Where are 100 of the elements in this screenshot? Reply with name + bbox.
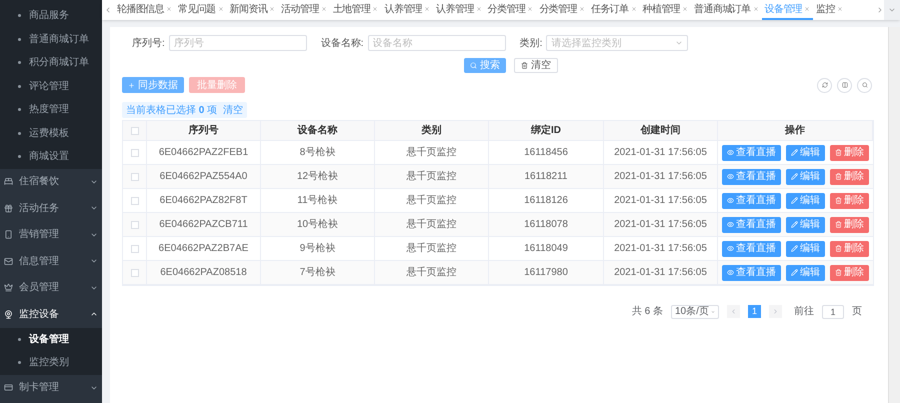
tab[interactable]: 认养管理 — [433, 0, 485, 20]
sidebar-group[interactable]: 会员管理 — [0, 274, 102, 301]
sidebar-item[interactable]: 普通商城订单 — [0, 28, 102, 51]
search-toggle-button[interactable] — [857, 78, 872, 92]
checkbox[interactable] — [130, 148, 138, 156]
tab[interactable]: 活动管理 — [278, 0, 330, 20]
sidebar-item[interactable]: 评论管理 — [0, 74, 102, 98]
close-icon[interactable] — [320, 6, 327, 12]
clear-button[interactable]: 清空 — [514, 58, 558, 72]
chevron-right-icon — [772, 308, 779, 315]
checkbox[interactable] — [130, 126, 138, 134]
sidebar-item[interactable]: 商品服务 — [0, 4, 102, 28]
close-icon[interactable] — [166, 6, 172, 12]
bullet-icon — [18, 108, 21, 112]
close-icon[interactable] — [836, 6, 843, 12]
sidebar-item[interactable]: 运费模板 — [0, 122, 102, 145]
chevron-down-icon — [888, 6, 896, 14]
close-icon[interactable] — [424, 6, 430, 12]
sidebar-item[interactable]: 商城设置 — [0, 145, 102, 168]
eye-icon — [727, 173, 734, 180]
table-cell-text: 11号枪袂 — [297, 194, 338, 208]
selection-info-text: 当前表格已选择 0 项 — [126, 104, 218, 118]
sidebar-group[interactable]: 活动任务 — [0, 195, 102, 222]
tab[interactable]: 土地管理 — [330, 0, 382, 20]
column-header: 绑定ID — [531, 123, 561, 138]
chevron-left-icon[interactable] — [104, 6, 112, 14]
total-count: 共 6 条 — [632, 304, 663, 319]
close-icon[interactable] — [476, 6, 482, 12]
tab[interactable]: 常见问题 — [175, 0, 227, 20]
gift-icon — [4, 204, 13, 213]
column-header: 序列号 — [188, 123, 218, 138]
sidebar-group[interactable]: 营销管理 — [0, 222, 102, 248]
close-icon[interactable] — [578, 6, 585, 12]
tab[interactable]: 种植管理 — [640, 0, 692, 20]
chevron-down-icon — [710, 308, 715, 314]
delete-button[interactable]: 删除 — [830, 168, 869, 184]
webcam-icon — [4, 310, 13, 319]
eye-icon — [727, 221, 734, 228]
pencil-icon — [791, 149, 798, 156]
delete-button[interactable]: 删除 — [830, 264, 869, 280]
delete-button[interactable]: 删除 — [830, 192, 869, 208]
tab[interactable]: 轮播图信息 — [114, 0, 176, 20]
close-icon[interactable] — [682, 6, 688, 12]
pencil-icon — [791, 269, 798, 276]
bed-icon — [4, 177, 13, 186]
checkbox[interactable] — [130, 244, 138, 252]
close-icon[interactable] — [269, 6, 276, 12]
delete-button[interactable]: 删除 — [830, 144, 869, 160]
checkbox[interactable] — [130, 172, 138, 180]
chevron-right-icon[interactable] — [876, 6, 884, 14]
field-label: 类别: — [520, 36, 542, 50]
bullet-icon — [18, 84, 21, 88]
tab[interactable]: 分类管理 — [536, 0, 588, 20]
input-field[interactable]: 序列号 — [168, 35, 307, 51]
table-cell-text: 2021-01-31 17:56:05 — [614, 146, 707, 160]
sidebar-group[interactable]: 监控设备 — [0, 301, 102, 328]
close-icon[interactable] — [527, 6, 534, 12]
sidebar-item[interactable]: 监控类别 — [0, 351, 102, 374]
table-cell-text: 16118456 — [524, 146, 568, 160]
tab[interactable]: 普通商城订单 — [691, 0, 762, 20]
table-cell-text: 悬千页监控 — [406, 266, 456, 280]
input-field[interactable]: 设备名称 — [368, 35, 506, 51]
refresh-icon — [822, 82, 828, 88]
columns-icon — [842, 82, 848, 88]
bullet-icon — [18, 61, 21, 64]
close-icon[interactable] — [804, 6, 810, 12]
pencil-icon — [791, 197, 798, 204]
table-cell-text: 悬千页监控 — [406, 242, 456, 256]
tab[interactable]: 任务订单 — [588, 0, 640, 20]
delete-button[interactable]: 删除 — [830, 216, 869, 232]
close-icon[interactable] — [218, 6, 224, 12]
sidebar-item[interactable]: 热度管理 — [0, 98, 102, 122]
phone-icon — [4, 230, 13, 240]
table-cell-text: 6E04662PAZ554A0 — [160, 170, 248, 184]
tab[interactable]: 新闻资讯 — [226, 0, 278, 20]
table-cell-text: 2021-01-31 17:56:05 — [614, 242, 707, 256]
sidebar-group[interactable]: 制卡管理 — [0, 374, 102, 401]
sidebar-item[interactable]: 设备管理 — [0, 328, 102, 351]
tab[interactable]: 分类管理 — [484, 0, 536, 20]
tab[interactable]: 认养管理 — [381, 0, 434, 20]
table-cell-text: 6E04662PAZ82F8T — [160, 194, 248, 208]
page-size-select[interactable]: 10条/页 — [671, 304, 719, 318]
checkbox[interactable] — [130, 196, 138, 204]
columns-button[interactable] — [837, 78, 852, 92]
checkbox[interactable] — [130, 220, 138, 228]
checkbox[interactable] — [130, 268, 138, 276]
goto-page-field[interactable]: 1 — [822, 304, 844, 318]
pencil-icon — [791, 221, 798, 228]
search-icon — [862, 82, 868, 88]
refresh-button[interactable] — [817, 78, 832, 92]
delete-button[interactable]: 删除 — [830, 240, 869, 256]
sidebar-group[interactable]: 住宿餐饮 — [0, 168, 102, 195]
close-icon[interactable] — [752, 6, 759, 12]
close-icon[interactable] — [630, 6, 636, 12]
close-icon[interactable] — [372, 6, 378, 12]
tab[interactable]: 监控 — [813, 0, 846, 20]
field-label: 设备名称: — [320, 36, 364, 50]
trash-icon — [835, 245, 842, 252]
sidebar-item[interactable]: 积分商城订单 — [0, 51, 102, 74]
sidebar-group[interactable]: 信息管理 — [0, 248, 102, 274]
